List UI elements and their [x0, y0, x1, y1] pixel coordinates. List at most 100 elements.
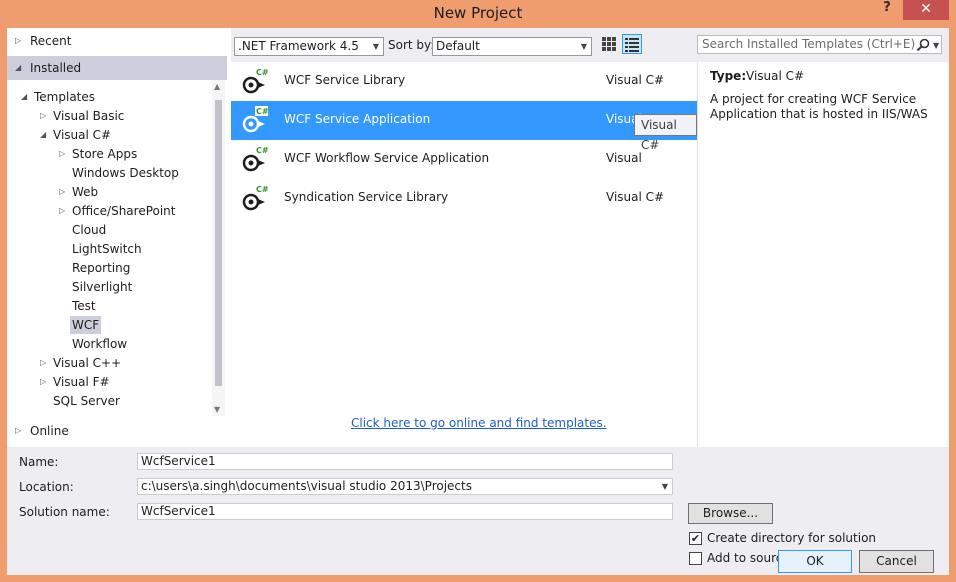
- tree-item[interactable]: Workflow: [70, 335, 129, 353]
- tree-item-label: Workflow: [72, 337, 128, 351]
- solution-name-field[interactable]: WcfService1: [137, 503, 673, 520]
- tree-item[interactable]: Reporting: [70, 259, 132, 277]
- tree-item[interactable]: WCF: [70, 316, 102, 334]
- expand-arrow-icon[interactable]: ▷: [59, 202, 65, 220]
- expand-arrow-icon[interactable]: ▷: [59, 183, 65, 201]
- tree-scrollbar[interactable]: ▲ ▼: [212, 80, 225, 416]
- framework-value: .NET Framework 4.5: [238, 39, 359, 53]
- tree-item-label: Templates: [34, 90, 96, 104]
- close-button[interactable]: ✕: [903, 0, 949, 20]
- tree-item[interactable]: Cloud: [70, 221, 108, 239]
- location-field[interactable]: c:\users\a.singh\documents\visual studio…: [137, 478, 673, 495]
- scroll-thumb[interactable]: [215, 100, 222, 386]
- scroll-up-icon[interactable]: ▲: [214, 82, 220, 91]
- tree-item-label: Office/SharePoint: [72, 204, 176, 218]
- tree-item-label: Web: [72, 185, 99, 199]
- tree-item-label: SQL Server: [53, 394, 120, 408]
- online-templates-link[interactable]: Click here to go online and find templat…: [351, 416, 607, 430]
- template-tree: ◢ Templates ▷ Visual Basic ◢ Visual C# ▷ Store …: [7, 88, 212, 418]
- svg-text:C#: C#: [256, 146, 269, 155]
- tree-item[interactable]: LightSwitch: [70, 240, 144, 258]
- template-row[interactable]: C# WCF Service Library Visual C#: [231, 62, 697, 101]
- tree-item-label: WCF: [72, 318, 100, 332]
- section-recent[interactable]: ▷ Recent: [7, 29, 227, 53]
- ok-button[interactable]: OK: [778, 550, 852, 573]
- tree-item[interactable]: ▷ Visual C++: [40, 354, 123, 372]
- tree-item[interactable]: ▷ Store Apps: [59, 145, 139, 163]
- tree-item-label: Store Apps: [72, 147, 138, 161]
- tree-item[interactable]: Windows Desktop: [70, 164, 181, 182]
- search-icon[interactable]: [916, 38, 930, 52]
- search-input[interactable]: Search Installed Templates (Ctrl+E) ▼: [697, 35, 942, 54]
- grid-view-icon[interactable]: [600, 35, 618, 53]
- collapse-arrow-icon[interactable]: ◢: [40, 126, 46, 144]
- expand-arrow-icon: ▷: [15, 36, 22, 45]
- chevron-down-icon: ▼: [372, 42, 379, 51]
- tree-item[interactable]: SQL Server: [51, 392, 122, 410]
- template-list: C# WCF Service Library Visual C# C# WCF Serv…: [231, 62, 697, 447]
- tree-item[interactable]: Silverlight: [70, 278, 134, 296]
- tree-item-label: Silverlight: [72, 280, 133, 294]
- section-installed[interactable]: ◢ Installed: [7, 56, 227, 80]
- help-button[interactable]: ?: [876, 0, 898, 18]
- template-row[interactable]: C# Syndication Service Library Visual C#: [231, 179, 697, 218]
- section-online[interactable]: ▷ Online: [7, 419, 227, 443]
- category-pane: ▷ Recent ◢ Installed ◢ Templates ▷ Visual B…: [7, 28, 227, 447]
- browse-button[interactable]: Browse...: [688, 503, 773, 524]
- svg-text:C#: C#: [256, 185, 269, 194]
- expand-arrow-icon[interactable]: ▷: [40, 373, 46, 391]
- tree-item[interactable]: ▷ Visual Basic: [40, 107, 126, 125]
- tree-item[interactable]: ▷ Visual F#: [40, 373, 112, 391]
- tree-item-label: Windows Desktop: [72, 166, 179, 180]
- create-directory-checkbox[interactable]: ✔: [689, 532, 702, 545]
- cancel-button[interactable]: Cancel: [859, 550, 934, 573]
- template-detail: Type: Visual C# A project for creating W…: [697, 62, 949, 447]
- sort-select[interactable]: Default ▼: [432, 37, 592, 56]
- framework-select[interactable]: .NET Framework 4.5 ▼: [234, 37, 384, 56]
- expand-arrow-icon[interactable]: ▷: [40, 354, 46, 372]
- template-description: A project for creating WCF Service Appli…: [710, 92, 928, 121]
- expand-arrow-icon[interactable]: ▷: [40, 107, 46, 125]
- template-language: Visual: [606, 151, 642, 165]
- list-view-icon[interactable]: [622, 34, 642, 54]
- tree-item[interactable]: ◢ Visual C#: [40, 126, 113, 144]
- wcf-csharp-icon: C#: [241, 145, 269, 175]
- template-language: Visual C#: [606, 190, 665, 204]
- tree-item-label: LightSwitch: [72, 242, 142, 256]
- tree-item-label: Cloud: [72, 223, 107, 237]
- type-label: Type:: [710, 69, 747, 83]
- sort-by-label: Sort by:: [388, 38, 435, 52]
- template-name: WCF Service Library: [284, 73, 406, 87]
- tree-item[interactable]: ▷ Office/SharePoint: [59, 202, 178, 220]
- new-project-window: New Project ? ✕ ▷ Recent ◢ Installed ◢ Te…: [0, 0, 956, 582]
- title-bar: New Project ? ✕: [0, 0, 956, 28]
- tree-item-label: Reporting: [72, 261, 131, 275]
- wcf-csharp-icon: C#: [241, 184, 269, 214]
- name-field[interactable]: WcfService1: [137, 453, 673, 470]
- tree-item-label: Visual C++: [53, 356, 122, 370]
- project-form: Name: WcfService1 Location: c:\users\a.s…: [7, 447, 949, 575]
- expand-arrow-icon[interactable]: ▷: [59, 145, 65, 163]
- template-toolbar: .NET Framework 4.5 ▼ Sort by: Default ▼: [231, 28, 697, 62]
- tree-item[interactable]: ◢ Templates: [21, 88, 97, 106]
- collapse-arrow-icon: ◢: [15, 63, 22, 72]
- scroll-down-icon[interactable]: ▼: [214, 405, 220, 414]
- solution-name-label: Solution name:: [19, 505, 110, 519]
- source-control-checkbox[interactable]: [689, 552, 702, 565]
- expand-arrow-icon: ▷: [15, 426, 22, 435]
- svg-text:C#: C#: [256, 107, 269, 116]
- tree-item[interactable]: Test: [70, 297, 98, 315]
- tree-item[interactable]: ▷ Web: [59, 183, 100, 201]
- template-row[interactable]: C#WCF Service ApplicationVisual C#: [231, 101, 697, 140]
- chevron-down-icon[interactable]: ▼: [933, 37, 939, 54]
- search-area: Search Installed Templates (Ctrl+E) ▼: [697, 28, 949, 62]
- collapse-arrow-icon[interactable]: ◢: [21, 88, 27, 106]
- window-title: New Project: [433, 4, 523, 22]
- tree-item-label: Visual F#: [53, 375, 110, 389]
- template-name: WCF Service Application: [284, 112, 431, 126]
- language-tooltip: Visual C#: [634, 114, 697, 152]
- template-row[interactable]: C# WCF Workflow Service Application Visual: [231, 140, 697, 179]
- svg-text:C#: C#: [256, 68, 269, 77]
- chevron-down-icon[interactable]: ▼: [662, 479, 668, 494]
- type-value: Visual C#: [746, 69, 805, 83]
